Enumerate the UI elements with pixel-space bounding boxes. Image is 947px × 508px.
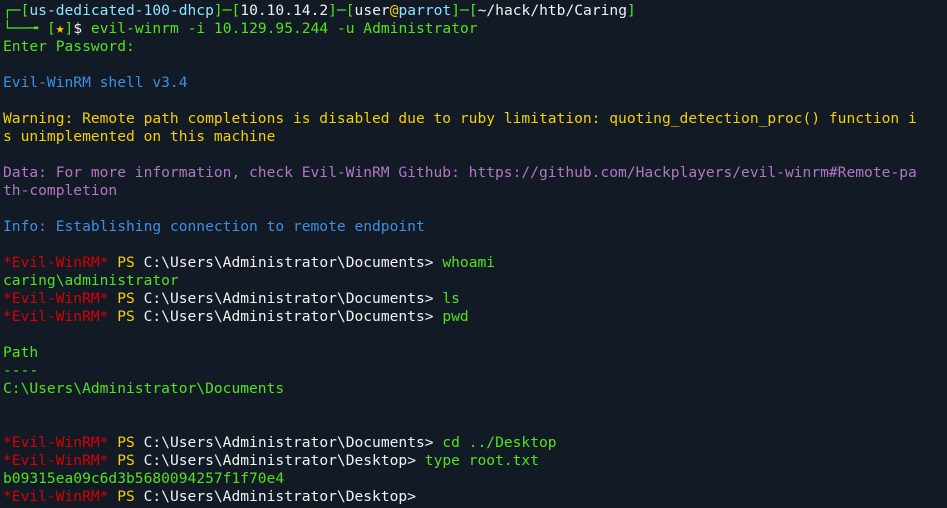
ps-prompt-line: *Evil-WinRM* PS C:\Users\Administrator\D…	[3, 290, 947, 308]
ps-prompt-line: *Evil-WinRM* PS C:\Users\Administrator\D…	[3, 434, 947, 452]
enter-password-line: Enter Password:	[3, 38, 135, 55]
ps-label: PS	[117, 488, 135, 505]
prompt-line-1: ┌─[us-dedicated-100-dhcp]─[10.10.14.2]─[…	[3, 2, 947, 20]
bracket-close: ]	[213, 2, 223, 19]
ps-path: C:\Users\Administrator\Documents>	[143, 254, 434, 271]
bracket-open-4: [	[468, 2, 478, 19]
prompt-tree-bottom: └──╼	[3, 20, 47, 37]
ps-command: whoami	[442, 254, 496, 271]
terminal-window[interactable]: ┌─[us-dedicated-100-dhcp]─[10.10.14.2]─[…	[0, 0, 947, 508]
prompt-tree-top: ┌─	[3, 2, 21, 19]
prompt-at: @	[389, 2, 399, 19]
prompt-dash-3: ─	[460, 2, 469, 19]
evil-winrm-tag: *Evil-WinRM*	[3, 308, 109, 325]
star-bracket-close: ]	[64, 20, 74, 37]
ps-prompt-line: *Evil-WinRM* PS C:\Users\Administrator\D…	[3, 452, 947, 470]
whoami-output: caring\administrator	[3, 272, 179, 289]
evil-winrm-tag: *Evil-WinRM*	[3, 290, 109, 307]
prompt-user: user	[354, 2, 390, 19]
prompt-cwd: ~/hack/htb/Caring	[477, 2, 627, 19]
root-flag-output: b09315ea09c6d3b5680094257f1f70e4	[3, 470, 285, 487]
data-line-2: th-completion	[3, 182, 118, 199]
ps-path: C:\Users\Administrator\Documents>	[143, 290, 434, 307]
bracket-close-2: ]	[328, 2, 337, 19]
prompt-dash-2: ─	[336, 2, 346, 19]
evil-winrm-tag: *Evil-WinRM*	[3, 434, 109, 451]
info-line: Info: Establishing connection to remote …	[3, 218, 425, 235]
ps-command: ls	[442, 290, 460, 307]
bracket-close-4: ]	[626, 2, 636, 19]
prompt-machine: parrot	[398, 2, 452, 19]
ps-path: C:\Users\Administrator\Documents>	[143, 434, 434, 451]
ps-label: PS	[117, 290, 135, 307]
ps-command: pwd	[442, 308, 469, 325]
data-line-1: Data: For more information, check Evil-W…	[3, 164, 917, 181]
warning-line-1: Warning: Remote path completions is disa…	[3, 110, 917, 127]
ps-command: type root.txt	[424, 452, 540, 469]
prompt-command: evil-winrm -i 10.129.95.244 -u Administr…	[90, 20, 478, 37]
prompt-line-2[interactable]: └──╼ [★]$ evil-winrm -i 10.129.95.244 -u…	[3, 20, 947, 38]
ps-path: C:\Users\Administrator\Documents>	[143, 308, 434, 325]
pwd-header: Path	[3, 344, 39, 361]
bracket-open-2: [	[231, 2, 241, 19]
bracket-close-3: ]	[451, 2, 461, 19]
prompt-ip: 10.10.14.2	[240, 2, 329, 19]
ps-prompt-line: *Evil-WinRM* PS C:\Users\Administrator\D…	[3, 254, 947, 272]
warning-line-2: s unimplemented on this machine	[3, 128, 276, 145]
evil-winrm-tag: *Evil-WinRM*	[3, 488, 109, 505]
ps-label: PS	[117, 308, 135, 325]
ps-path: C:\Users\Administrator\Desktop>	[143, 452, 416, 469]
ps-label: PS	[117, 254, 135, 271]
bracket-open-3: [	[345, 2, 355, 19]
pwd-value: C:\Users\Administrator\Documents	[3, 380, 285, 397]
ps-label: PS	[117, 434, 135, 451]
prompt-host: us-dedicated-100-dhcp	[29, 2, 214, 19]
ps-path: C:\Users\Administrator\Desktop>	[143, 488, 416, 505]
evil-winrm-tag: *Evil-WinRM*	[3, 452, 109, 469]
shell-version-line: Evil-WinRM shell v3.4	[3, 74, 188, 91]
pwd-underline: ----	[3, 362, 39, 379]
ps-label: PS	[117, 452, 135, 469]
evil-winrm-tag: *Evil-WinRM*	[3, 254, 109, 271]
prompt-dollar: $	[73, 20, 83, 37]
ps-command: cd ../Desktop	[442, 434, 557, 451]
ps-prompt-line: *Evil-WinRM* PS C:\Users\Administrator\D…	[3, 308, 947, 326]
ps-current-prompt[interactable]: *Evil-WinRM* PS C:\Users\Administrator\D…	[3, 488, 947, 506]
star-bracket-open: [	[46, 20, 56, 37]
star-icon: ★	[55, 20, 65, 37]
